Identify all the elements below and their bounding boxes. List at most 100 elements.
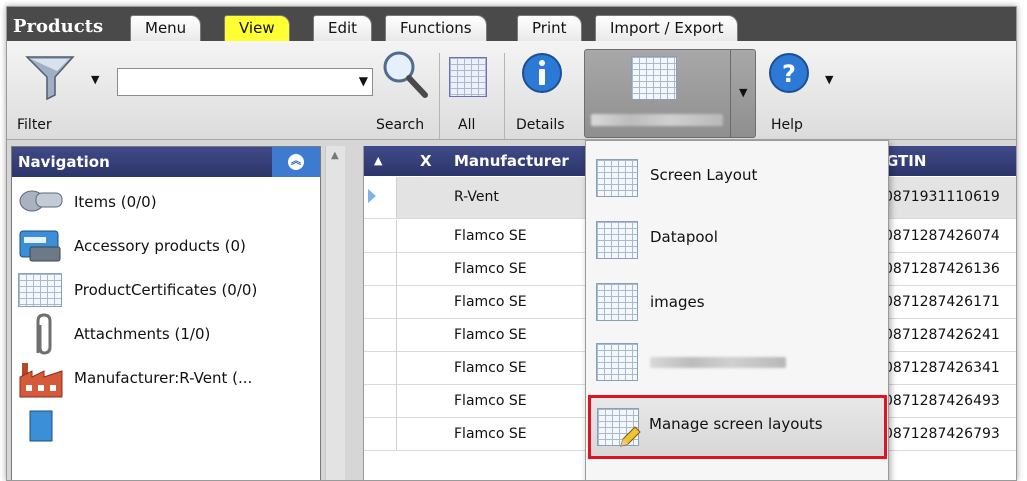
nav-item-attachments[interactable]: Attachments (1/0) bbox=[16, 313, 316, 355]
cell-gtin: 0871287426493 bbox=[884, 393, 1000, 409]
search-combo[interactable]: ▼ bbox=[117, 68, 373, 96]
cell-gtin: 0871287426241 bbox=[884, 327, 1000, 343]
sort-icon[interactable]: ▲ bbox=[374, 154, 382, 167]
tab-print[interactable]: Print bbox=[517, 15, 582, 41]
row-selector[interactable] bbox=[364, 385, 397, 417]
row-selector[interactable] bbox=[364, 253, 397, 285]
navigation-scrollbar[interactable]: ▲ bbox=[325, 146, 345, 480]
app-title: Products bbox=[13, 16, 104, 37]
search-label: Search bbox=[376, 117, 425, 133]
nav-item-label: Manufacturer:R-Vent (... bbox=[74, 369, 253, 387]
menu-item-images[interactable]: images bbox=[592, 275, 884, 333]
help-dropdown-arrow[interactable]: ▼ bbox=[825, 73, 833, 86]
chevron-down-icon[interactable]: ▼ bbox=[359, 74, 368, 88]
all-label: All bbox=[458, 117, 476, 133]
menu-item-label: Manage screen layouts bbox=[649, 415, 823, 433]
cell-manufacturer: Flamco SE bbox=[454, 327, 527, 343]
redacted-layout-name bbox=[591, 114, 723, 126]
grid-icon bbox=[596, 343, 638, 381]
menu-item-redacted-layout[interactable] bbox=[592, 335, 884, 393]
cell-manufacturer: Flamco SE bbox=[454, 261, 527, 277]
grid-icon bbox=[596, 221, 638, 259]
navigation-panel: Navigation ︽ Items (0/0) Accessory produ… bbox=[11, 146, 321, 480]
svg-text:?: ? bbox=[782, 60, 796, 88]
tab-strip: Products Menu View Edit Functions Print … bbox=[7, 7, 1016, 41]
navigation-title: Navigation bbox=[18, 153, 110, 171]
grid-icon bbox=[18, 273, 62, 307]
tab-view[interactable]: View bbox=[224, 15, 290, 41]
cell-manufacturer: Flamco SE bbox=[454, 426, 527, 442]
layout-dropdown-arrow[interactable]: ▼ bbox=[739, 86, 747, 99]
menu-item-screen-layout[interactable]: Screen Layout bbox=[592, 151, 884, 209]
separator bbox=[504, 53, 505, 139]
table-all-icon bbox=[449, 57, 487, 97]
pencil-icon bbox=[620, 426, 641, 447]
products-window: Products Menu View Edit Functions Print … bbox=[6, 6, 1017, 481]
chevron-up-icon: ︽ bbox=[288, 154, 304, 170]
search-button[interactable]: Search bbox=[375, 45, 435, 137]
cell-manufacturer: R-Vent bbox=[454, 189, 499, 205]
cell-gtin: 0871287426136 bbox=[884, 261, 1000, 277]
menu-item-label: images bbox=[650, 293, 705, 311]
column-header-x[interactable]: X bbox=[420, 152, 432, 170]
cell-gtin: 0871287426793 bbox=[884, 426, 1000, 442]
cube-icon bbox=[29, 410, 53, 442]
details-label: Details bbox=[516, 117, 565, 133]
filter-button[interactable]: ▼ Filter bbox=[13, 45, 103, 137]
factory-icon bbox=[19, 363, 63, 398]
nav-item-label: Accessory products (0) bbox=[74, 237, 246, 255]
cell-gtin: 0871287426171 bbox=[884, 294, 1000, 310]
column-header-manufacturer[interactable]: Manufacturer bbox=[454, 152, 569, 170]
help-button[interactable]: ? ▼ Help bbox=[763, 45, 843, 137]
help-label: Help bbox=[771, 117, 803, 133]
cell-manufacturer: Flamco SE bbox=[454, 228, 527, 244]
filter-dropdown-arrow[interactable]: ▼ bbox=[91, 73, 99, 86]
accessory-products-icon bbox=[19, 230, 61, 262]
scroll-up-icon[interactable]: ▲ bbox=[331, 150, 339, 161]
help-icon: ? bbox=[769, 53, 809, 93]
tab-menu[interactable]: Menu bbox=[130, 15, 202, 41]
items-icon bbox=[19, 190, 63, 212]
nav-item-accessory-products[interactable]: Accessory products (0) bbox=[16, 225, 316, 267]
separator bbox=[439, 53, 440, 139]
cell-manufacturer: Flamco SE bbox=[454, 294, 527, 310]
menu-item-datapool[interactable]: Datapool bbox=[592, 213, 884, 271]
filter-label: Filter bbox=[17, 117, 52, 133]
row-selector[interactable] bbox=[364, 418, 397, 450]
menu-item-manage-screen-layouts[interactable]: Manage screen layouts bbox=[588, 395, 887, 459]
cell-gtin: 0871287426074 bbox=[884, 228, 1000, 244]
redacted-layout-name bbox=[650, 357, 786, 368]
cell-manufacturer: Flamco SE bbox=[454, 360, 527, 376]
nav-item-more[interactable] bbox=[16, 401, 316, 443]
nav-item-label: Attachments (1/0) bbox=[74, 325, 211, 343]
all-button[interactable]: All bbox=[445, 45, 495, 137]
grid-icon bbox=[596, 283, 638, 321]
nav-item-label: Items (0/0) bbox=[74, 193, 157, 211]
details-button[interactable]: Details bbox=[510, 45, 580, 137]
row-selector[interactable] bbox=[364, 177, 397, 218]
nav-item-items[interactable]: Items (0/0) bbox=[16, 181, 316, 223]
cell-manufacturer: Flamco SE bbox=[454, 393, 527, 409]
collapse-button[interactable]: ︽ bbox=[272, 147, 320, 177]
row-selector[interactable] bbox=[364, 286, 397, 318]
paperclip-icon bbox=[36, 313, 52, 355]
tab-edit[interactable]: Edit bbox=[313, 15, 373, 41]
row-selector[interactable] bbox=[364, 220, 397, 252]
column-header-gtin[interactable]: GTIN bbox=[886, 152, 926, 170]
row-pointer-icon bbox=[368, 189, 376, 203]
row-selector[interactable] bbox=[364, 352, 397, 384]
tab-functions[interactable]: Functions bbox=[385, 15, 487, 41]
nav-item-manufacturer[interactable]: Manufacturer:R-Vent (... bbox=[16, 357, 316, 399]
split-divider bbox=[730, 50, 731, 137]
screen-layout-button[interactable]: ▼ bbox=[584, 49, 756, 138]
info-icon bbox=[522, 53, 562, 93]
nav-item-label: ProductCertificates (0/0) bbox=[74, 281, 258, 299]
search-icon bbox=[383, 51, 428, 98]
cell-gtin: 0871931110619 bbox=[884, 189, 1000, 205]
cell-gtin: 0871287426341 bbox=[884, 360, 1000, 376]
toolbar: ▼ Filter ▼ Search All Details ▼ ? ▼ Help bbox=[7, 41, 1016, 140]
row-selector[interactable] bbox=[364, 319, 397, 351]
nav-item-product-certificates[interactable]: ProductCertificates (0/0) bbox=[16, 269, 316, 311]
tab-import-export[interactable]: Import / Export bbox=[595, 15, 739, 41]
menu-item-label: Datapool bbox=[650, 228, 718, 246]
